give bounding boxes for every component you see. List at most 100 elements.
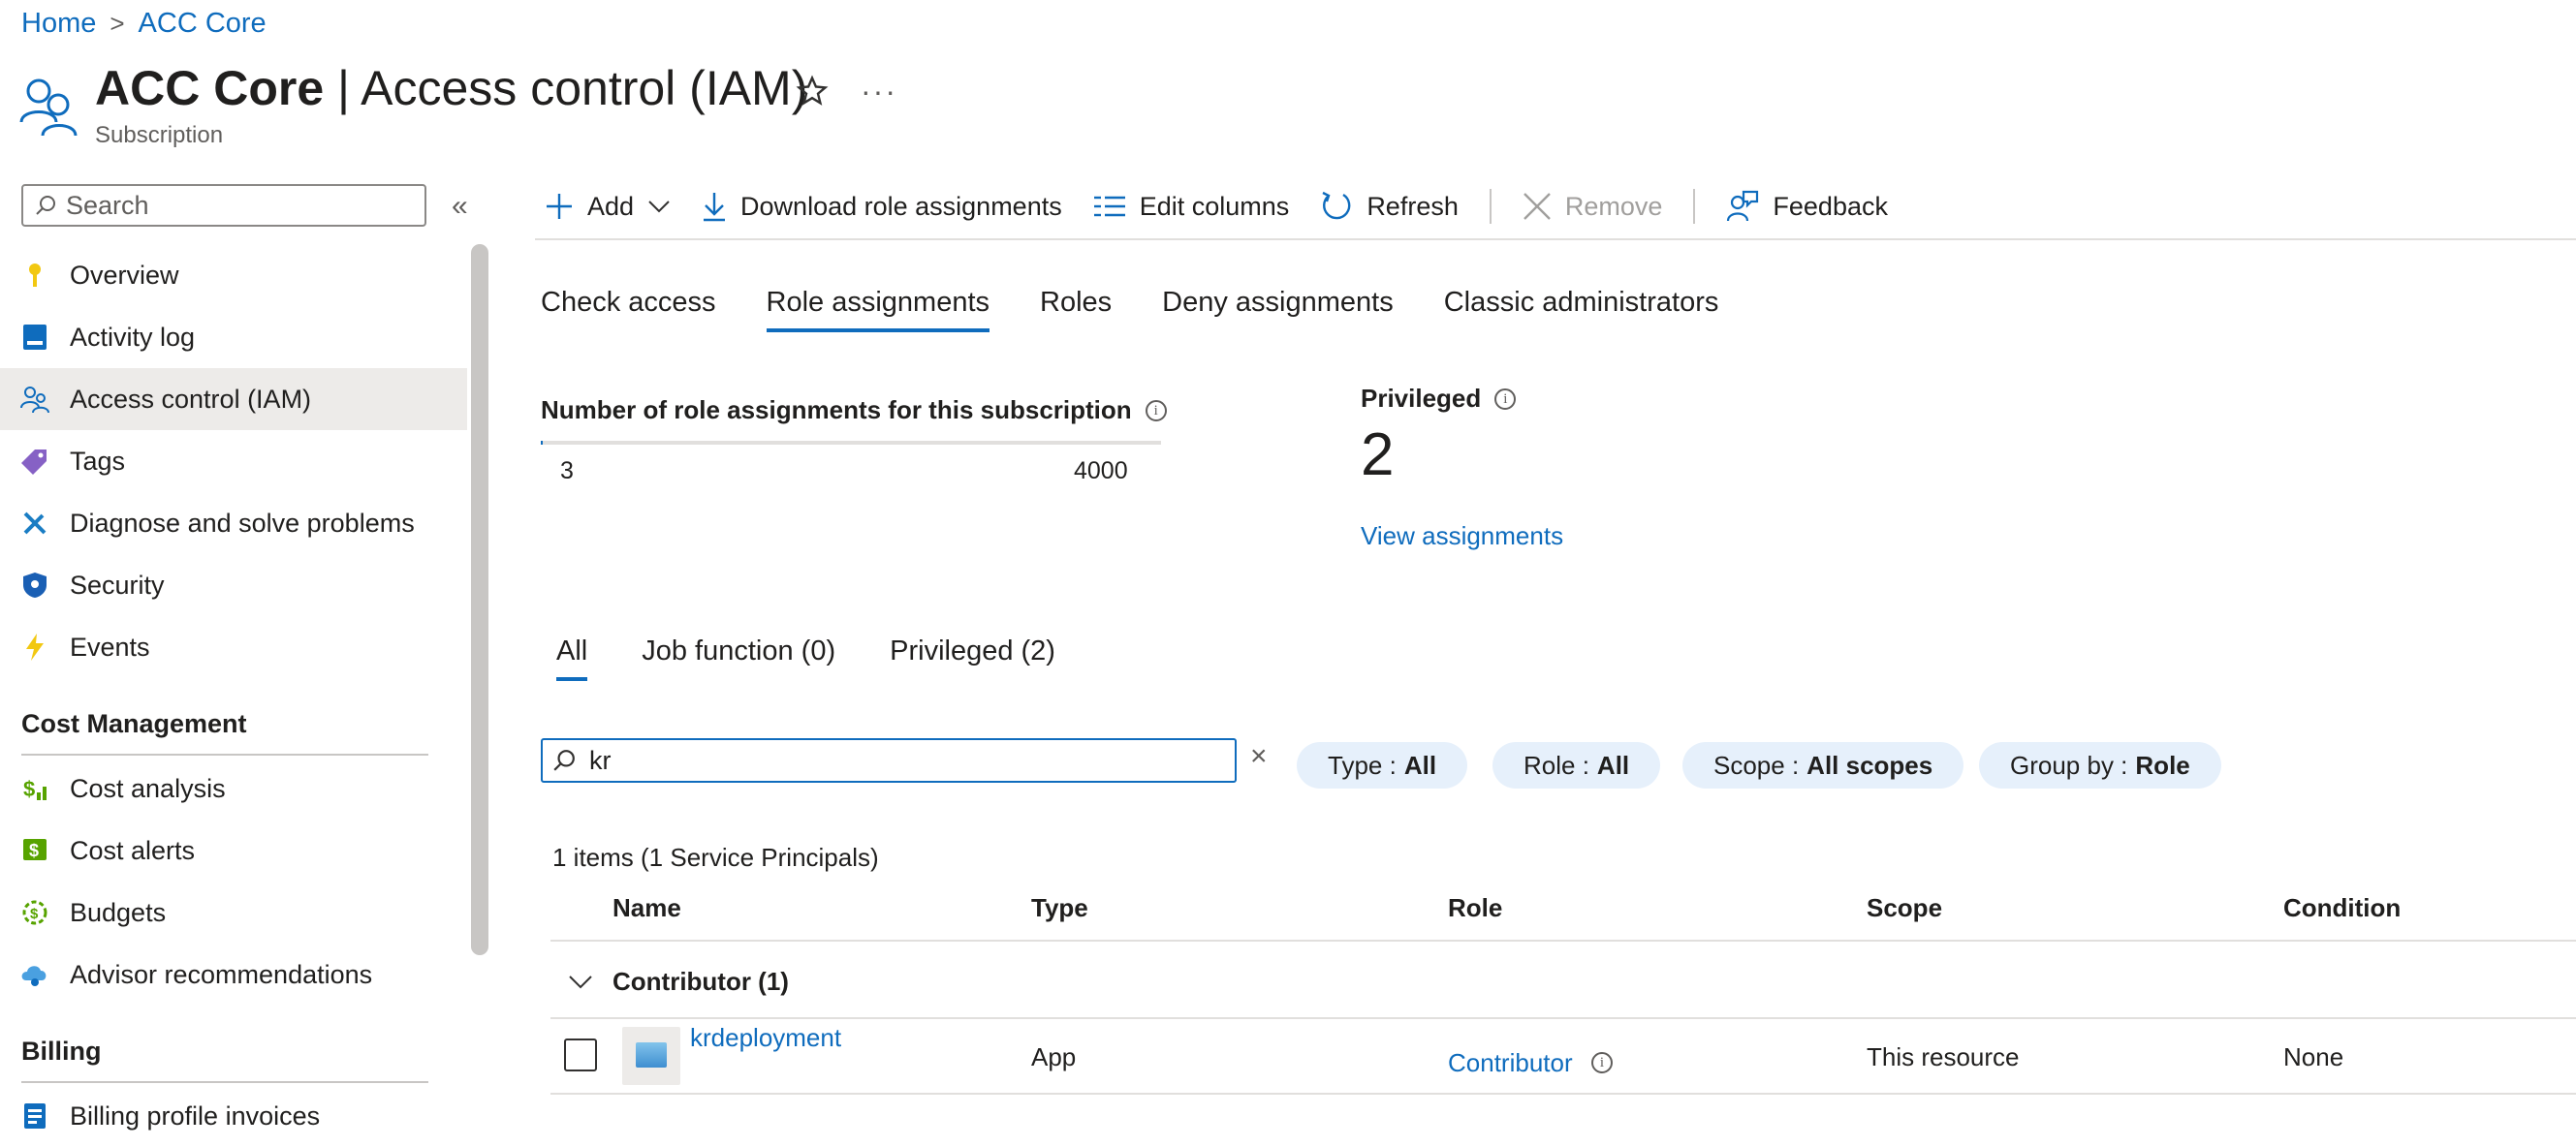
row-scope: This resource [1867,1042,2020,1071]
column-header-condition[interactable]: Condition [2283,893,2401,923]
sidebar-item-label: Cost alerts [70,835,196,865]
info-icon[interactable]: i [1494,388,1517,410]
clear-search-icon[interactable]: × [1250,740,1268,773]
tab-deny-assignments[interactable]: Deny assignments [1162,287,1394,332]
table-row: krdeployment App Contributor i This reso… [550,1019,2576,1095]
sidebar-item-label: Activity log [70,322,196,352]
sidebar-section-cost-management: Cost Management [21,709,247,738]
group-label: Contributor (1) [613,967,789,996]
role-assignment-max: 4000 [1074,457,1128,484]
role-assignment-progress-bar [541,441,1161,445]
breadcrumb-home-link[interactable]: Home [21,8,96,40]
sidebar-item-events[interactable]: Events [0,616,467,678]
pill-value: Role [2135,750,2190,780]
star-icon[interactable] [795,74,830,108]
sidebar-search-input[interactable]: Search [21,184,426,227]
add-button[interactable]: Add [545,192,671,222]
group-row[interactable]: Contributor (1) [550,953,2576,1019]
pill-value: All [1596,750,1630,780]
toolbar-divider [1489,189,1492,224]
sidebar-item-tags[interactable]: Tags [0,430,467,492]
sidebar-item-overview[interactable]: Overview [0,244,467,306]
budgets-icon: $ [19,897,50,928]
advisor-icon [19,959,50,990]
sidebar-item-advisor[interactable]: Advisor recommendations [0,944,467,1006]
invoice-icon [19,1100,50,1132]
download-label: Download role assignments [740,191,1062,221]
sidebar-item-security[interactable]: Security [0,554,467,616]
assignment-filter-tabs: All Job function (0) Privileged (2) [556,636,1110,681]
row-role-link[interactable]: Contributor [1448,1048,1573,1078]
sidebar-item-label: Billing profile invoices [70,1100,321,1131]
wrench-icon [19,508,50,539]
cost-alerts-icon: $ [19,835,50,866]
view-assignments-link[interactable]: View assignments [1361,521,1563,551]
cost-analysis-icon: $ [19,773,50,804]
privileged-label-text: Privileged [1361,384,1482,413]
column-header-type[interactable]: Type [1031,893,1088,923]
page-title-section: | Access control (IAM) [324,61,808,115]
group-by-pill[interactable]: Group by : Role [1979,742,2221,789]
row-name-link[interactable]: krdeployment [690,1023,841,1053]
info-icon[interactable]: i [1591,1052,1613,1073]
tab-role-assignments[interactable]: Role assignments [766,287,990,332]
svg-text:$: $ [23,777,35,801]
sidebar-item-label: Advisor recommendations [70,959,373,989]
search-input[interactable]: kr [541,738,1237,783]
search-icon [553,750,575,771]
svg-text:$: $ [29,841,39,860]
remove-button[interactable]: Remove [1523,192,1662,222]
subtab-all[interactable]: All [556,636,588,681]
type-filter-pill[interactable]: Type : All [1297,742,1468,789]
subtab-privileged[interactable]: Privileged (2) [890,636,1055,681]
info-icon[interactable]: i [1145,399,1167,421]
grid-header: Name Type Role Scope Condition [550,889,2576,942]
row-checkbox[interactable] [564,1038,597,1071]
page-subtitle: Subscription [95,122,224,148]
sidebar-item-budgets[interactable]: $ Budgets [0,882,467,944]
download-role-assignments-button[interactable]: Download role assignments [702,191,1062,222]
search-input-value: kr [589,745,612,775]
items-count: 1 items (1 Service Principals) [552,843,879,872]
sidebar-item-cost-alerts[interactable]: $ Cost alerts [0,820,467,882]
refresh-button[interactable]: Refresh [1320,190,1459,223]
column-header-role[interactable]: Role [1448,893,1502,923]
feedback-button[interactable]: Feedback [1726,190,1888,223]
collapse-sidebar-icon[interactable]: « [452,190,468,223]
search-icon [36,196,55,215]
column-header-scope[interactable]: Scope [1867,893,1942,923]
breadcrumb-separator: > [110,9,125,38]
feedback-icon [1727,190,1759,222]
pill-key: Scope : [1713,750,1800,780]
role-assignment-current: 3 [560,457,574,484]
sidebar-item-label: Overview [70,260,179,290]
tab-roles[interactable]: Roles [1040,287,1112,332]
tab-check-access[interactable]: Check access [541,287,716,332]
people-icon [19,384,50,415]
close-icon [1524,193,1551,220]
tag-icon [19,446,50,477]
sidebar-item-billing-invoices[interactable]: Billing profile invoices [0,1085,467,1147]
columns-icon [1093,196,1125,217]
column-header-name[interactable]: Name [613,893,681,923]
more-options-icon[interactable]: ··· [861,74,897,109]
sidebar-item-access-control[interactable]: Access control (IAM) [0,368,467,430]
subtab-job-function[interactable]: Job function (0) [642,636,835,681]
chevron-down-icon [648,201,670,213]
edit-columns-button[interactable]: Edit columns [1093,192,1289,222]
sidebar-item-diagnose[interactable]: Diagnose and solve problems [0,492,467,554]
toolbar-divider [1693,189,1696,224]
role-filter-pill[interactable]: Role : All [1492,742,1661,789]
pill-key: Group by : [2010,750,2128,780]
breadcrumb-current-link[interactable]: ACC Core [139,8,267,40]
page-title-resource: ACC Core [95,61,325,115]
sidebar-item-activity-log[interactable]: Activity log [0,306,467,368]
feedback-label: Feedback [1773,191,1888,221]
sidebar-item-cost-analysis[interactable]: $ Cost analysis [0,758,467,820]
chevron-down-icon[interactable] [568,975,593,990]
sidebar-item-label: Cost analysis [70,773,226,803]
sidebar-item-label: Events [70,632,150,662]
scope-filter-pill[interactable]: Scope : All scopes [1682,742,1964,789]
tab-classic-administrators[interactable]: Classic administrators [1444,287,1719,332]
sidebar-scrollbar[interactable] [471,244,488,955]
